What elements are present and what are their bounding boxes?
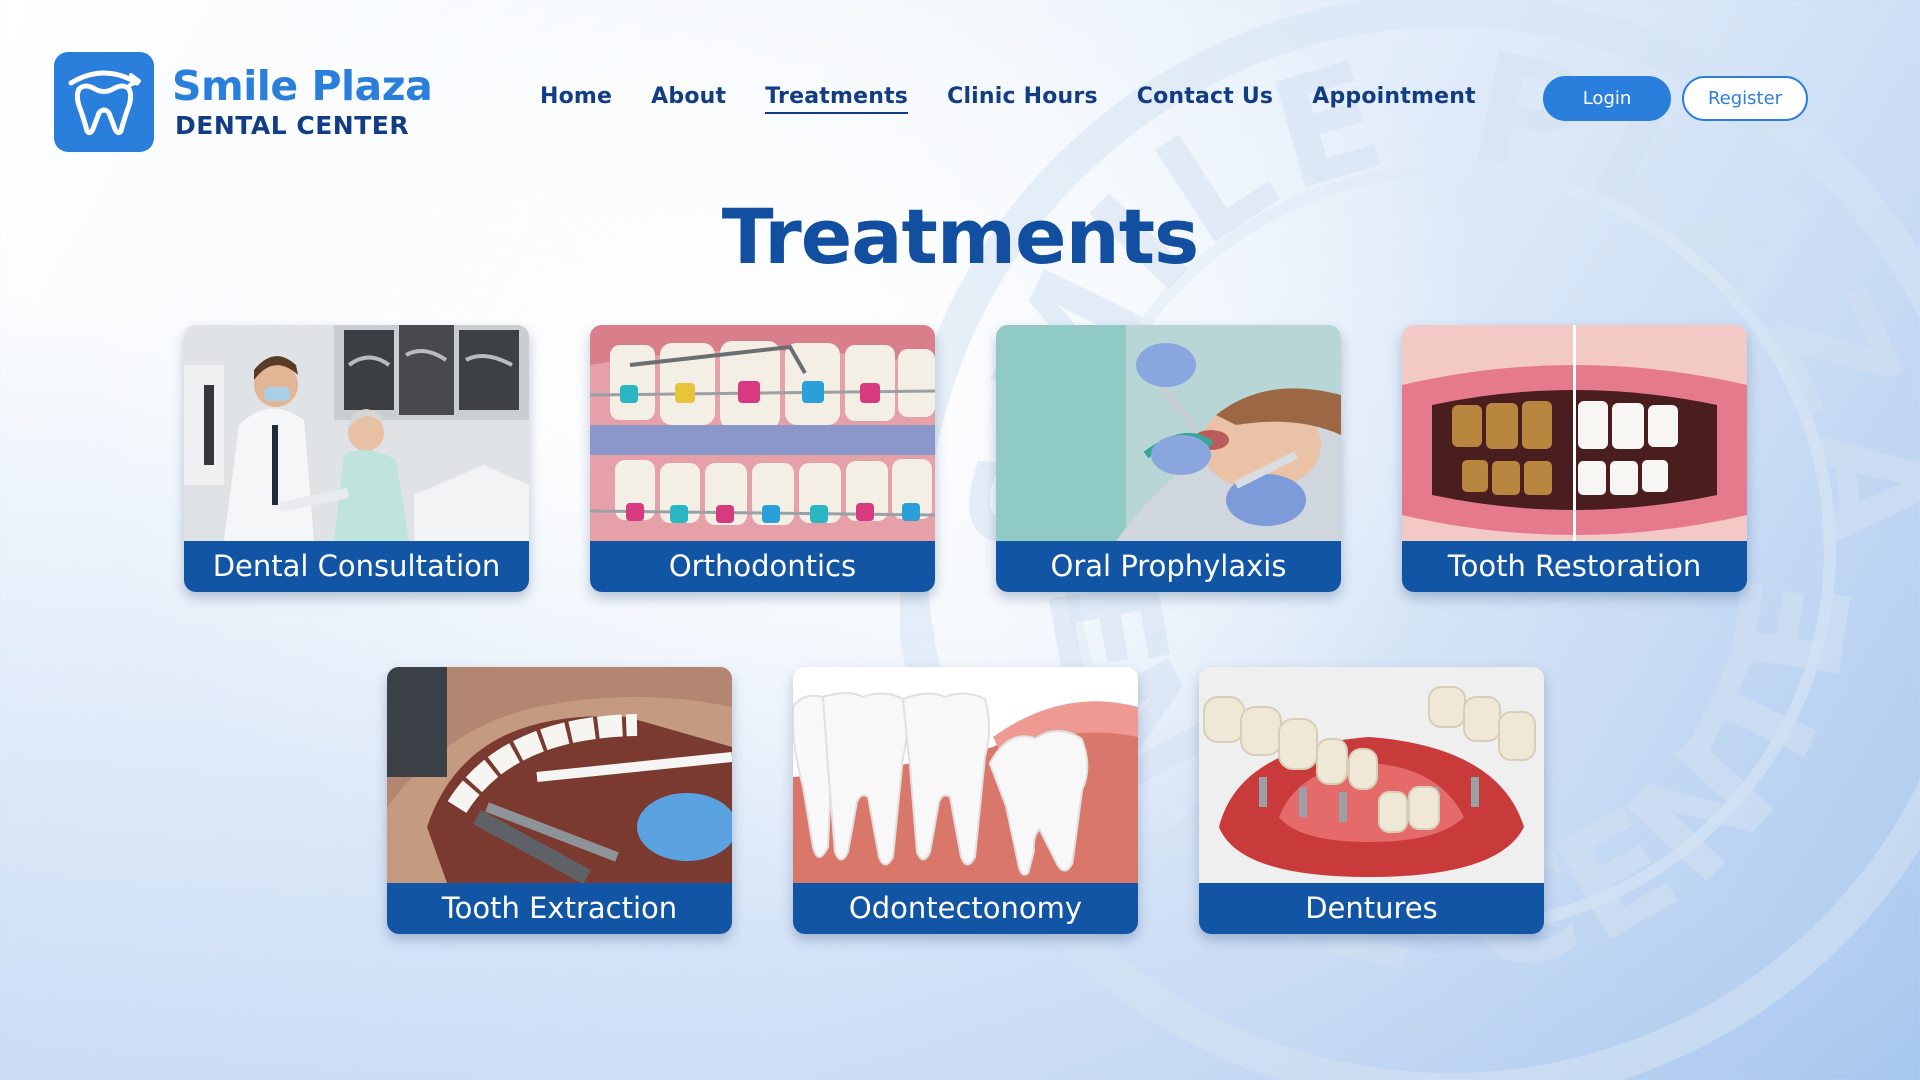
treatment-label: Orthodontics bbox=[590, 541, 935, 592]
tooth-logo-icon bbox=[54, 52, 154, 152]
treatment-card-oral-prophylaxis[interactable]: Oral Prophylaxis bbox=[996, 325, 1341, 592]
nav-contact-us[interactable]: Contact Us bbox=[1137, 84, 1273, 114]
main-nav: Home About Treatments Clinic Hours Conta… bbox=[540, 84, 1515, 114]
impacted-wisdom-tooth-image bbox=[793, 667, 1138, 883]
treatment-card-tooth-restoration[interactable]: Tooth Restoration bbox=[1402, 325, 1747, 592]
teeth-with-braces-image bbox=[590, 325, 935, 541]
treatment-label: Tooth Restoration bbox=[1402, 541, 1747, 592]
auth-buttons: Login Register bbox=[1543, 76, 1808, 121]
nav-treatments[interactable]: Treatments bbox=[765, 84, 909, 114]
treatment-label: Dental Consultation bbox=[184, 541, 529, 592]
treatment-label: Dentures bbox=[1199, 883, 1544, 934]
treatment-label: Odontectonomy bbox=[793, 883, 1138, 934]
nav-home[interactable]: Home bbox=[540, 84, 612, 114]
treatment-label: Tooth Extraction bbox=[387, 883, 732, 934]
nav-appointment[interactable]: Appointment bbox=[1312, 84, 1476, 114]
teeth-cleaning-procedure-image bbox=[996, 325, 1341, 541]
brand-name: Smile Plaza bbox=[172, 62, 433, 110]
before-after-teeth-whitening-image bbox=[1402, 325, 1747, 541]
login-button[interactable]: Login bbox=[1543, 76, 1671, 121]
tooth-extraction-forceps-image bbox=[387, 667, 732, 883]
nav-about[interactable]: About bbox=[651, 84, 726, 114]
register-button[interactable]: Register bbox=[1682, 76, 1808, 121]
treatment-label: Oral Prophylaxis bbox=[996, 541, 1341, 592]
treatment-card-orthodontics[interactable]: Orthodontics bbox=[590, 325, 935, 592]
implant-dentures-model-image bbox=[1199, 667, 1544, 883]
treatment-card-tooth-extraction[interactable]: Tooth Extraction bbox=[387, 667, 732, 934]
treatment-card-dental-consultation[interactable]: Dental Consultation bbox=[184, 325, 529, 592]
nav-clinic-hours[interactable]: Clinic Hours bbox=[947, 84, 1098, 114]
treatment-card-dentures[interactable]: Dentures bbox=[1199, 667, 1544, 934]
dentist-consulting-patient-image bbox=[184, 325, 529, 541]
page-title: Treatments bbox=[721, 192, 1200, 281]
brand-subtitle: DENTAL CENTER bbox=[175, 111, 410, 140]
brand-logo[interactable]: Smile Plaza DENTAL CENTER bbox=[54, 52, 433, 152]
treatment-card-odontectonomy[interactable]: Odontectonomy bbox=[793, 667, 1138, 934]
